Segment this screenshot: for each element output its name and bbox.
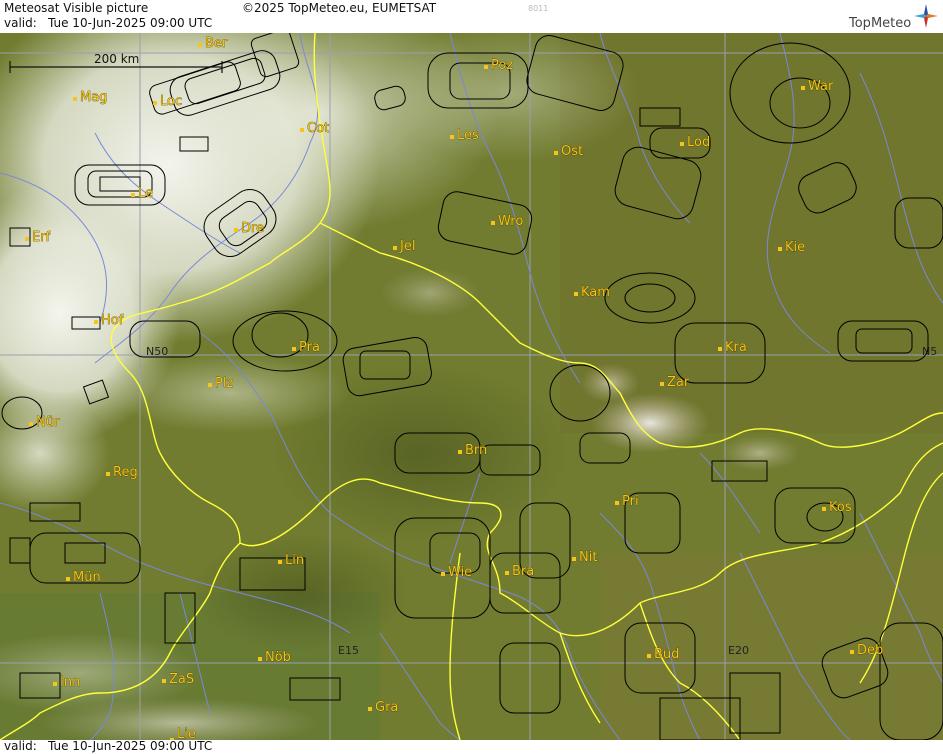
- map-title: Meteosat Visible picture: [4, 1, 149, 15]
- city-marker: [208, 383, 212, 387]
- city-label: Nür: [36, 415, 60, 430]
- city-label: Zar: [667, 375, 690, 390]
- city-label: Le: [138, 186, 153, 201]
- city-marker: [258, 657, 262, 661]
- satellite-map-page: Meteosat Visible picture ©2025 TopMeteo.…: [0, 0, 943, 754]
- hungary-tone: [600, 553, 943, 740]
- valid-prefix: valid:: [4, 16, 37, 30]
- city-marker: [94, 320, 98, 324]
- city-label: Bra: [512, 564, 534, 579]
- city-label: Mün: [73, 570, 101, 585]
- city-marker: [368, 707, 372, 711]
- city-label: Nöb: [265, 650, 291, 665]
- city-label: Dre: [241, 221, 264, 236]
- city-label: Kos: [829, 500, 852, 515]
- city-marker: [660, 382, 664, 386]
- city-label: Poz: [491, 58, 513, 73]
- grid-label-e20: E20: [728, 644, 749, 657]
- city-label: Cot: [307, 121, 329, 136]
- city-label: Jel: [399, 239, 415, 254]
- city-marker: [393, 246, 397, 250]
- forest-dark-patch: [190, 533, 410, 653]
- city-marker: [300, 128, 304, 132]
- topmeteo-logo-icon[interactable]: [912, 2, 940, 30]
- city-marker: [25, 237, 29, 241]
- city-marker: [484, 65, 488, 69]
- city-marker: [554, 151, 558, 155]
- satellite-map[interactable]: N50 N5 E15 E20 200 km BerMag LocCotPozWa…: [0, 33, 943, 740]
- city-label: Kra: [725, 340, 747, 355]
- city-marker: [66, 577, 70, 581]
- city-label: Loc: [160, 94, 182, 109]
- city-marker: [131, 193, 135, 197]
- city-marker: [822, 507, 826, 511]
- city-marker: [778, 247, 782, 251]
- city-marker: [680, 142, 684, 146]
- city-label: Lin: [285, 553, 304, 568]
- city-marker: [458, 450, 462, 454]
- city-label: Gra: [375, 700, 398, 715]
- city-marker: [572, 557, 576, 561]
- city-marker: [801, 86, 805, 90]
- city-marker: [234, 228, 238, 232]
- valid-time: Tue 10-Jun-2025 09:00 UTC: [48, 16, 213, 30]
- footer-bar: valid: Tue 10-Jun-2025 09:00 UTC: [0, 739, 943, 754]
- city-label: Les: [457, 128, 479, 143]
- footer-valid-prefix: valid:: [4, 739, 37, 753]
- city-label: Bud: [654, 647, 679, 662]
- city-label: Reg: [113, 465, 138, 480]
- city-label: Ost: [561, 144, 583, 159]
- city-label: Lod: [687, 135, 710, 150]
- city-label: ZaS: [169, 672, 194, 687]
- city-label: Kie: [785, 240, 805, 255]
- copyright-text: ©2025 TopMeteo.eu, EUMETSAT: [242, 1, 437, 15]
- city-marker: [198, 43, 202, 47]
- city-label: Ber: [205, 36, 228, 51]
- city-marker: [29, 422, 33, 426]
- city-marker: [153, 101, 157, 105]
- city-marker: [647, 654, 651, 658]
- city-marker: [73, 97, 77, 101]
- city-marker: [450, 135, 454, 139]
- city-marker: [718, 347, 722, 351]
- city-marker: [441, 572, 445, 576]
- city-label: Plz: [215, 376, 233, 391]
- image-code: 8011: [528, 4, 549, 13]
- city-marker: [53, 682, 57, 686]
- city-marker: [505, 571, 509, 575]
- city-marker: [106, 472, 110, 476]
- footer-valid-time: Tue 10-Jun-2025 09:00 UTC: [48, 739, 213, 753]
- city-label: Nit: [579, 550, 597, 565]
- city-label: Wro: [498, 214, 523, 229]
- city-label: Wie: [448, 565, 472, 580]
- city-label: Inn: [60, 675, 80, 690]
- city-label: Erf: [32, 230, 51, 245]
- city-label: Hof: [101, 313, 124, 328]
- city-label: Deb: [857, 643, 883, 658]
- city-label: War: [808, 79, 834, 94]
- city-label: Brn: [465, 443, 487, 458]
- grid-label-e15: E15: [338, 644, 359, 657]
- grid-label-n50: N50: [146, 345, 168, 358]
- header-bar: Meteosat Visible picture ©2025 TopMeteo.…: [0, 0, 943, 34]
- city-marker: [292, 347, 296, 351]
- city-label: Pra: [299, 340, 320, 355]
- city-marker: [615, 501, 619, 505]
- city-marker: [850, 650, 854, 654]
- city-label: Kam: [581, 285, 610, 300]
- scale-bar-label: 200 km: [94, 52, 139, 66]
- city-marker: [574, 292, 578, 296]
- city-marker: [162, 679, 166, 683]
- city-marker: [491, 221, 495, 225]
- city-label: Mag: [80, 90, 107, 105]
- city-marker: [278, 560, 282, 564]
- brand-name[interactable]: TopMeteo: [849, 16, 911, 31]
- city-label: Pri: [622, 494, 639, 509]
